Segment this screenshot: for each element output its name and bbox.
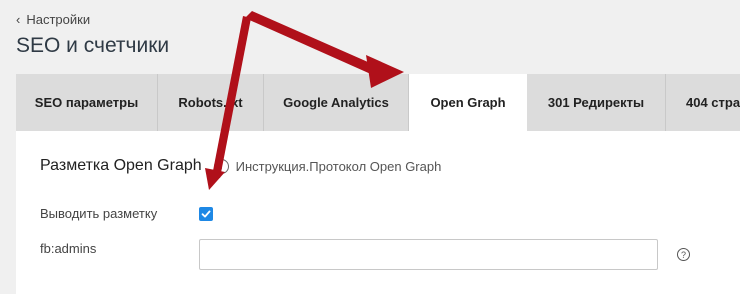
chevron-left-icon: ‹ — [16, 12, 21, 27]
annotation-arrow-to-tab — [245, 11, 377, 75]
fb-admins-input[interactable] — [199, 239, 658, 270]
open-graph-panel: Разметка Open Graph i Инструкция.Протоко… — [16, 131, 740, 294]
show-markup-checkbox[interactable] — [199, 207, 213, 221]
tab-404[interactable]: 404 стра — [666, 74, 740, 131]
tab-google-analytics[interactable]: Google Analytics — [264, 74, 409, 131]
checkmark-icon — [201, 210, 211, 218]
section-header: Разметка Open Graph i Инструкция.Протоко… — [40, 157, 441, 175]
info-icon: i — [213, 158, 229, 174]
back-link[interactable]: ‹ Настройки — [16, 12, 90, 27]
section-title: Разметка Open Graph — [40, 157, 202, 174]
tab-open-graph[interactable]: Open Graph — [409, 74, 527, 131]
page-title: SEO и счетчики — [16, 34, 170, 57]
tab-301-redirects[interactable]: 301 Редиректы — [527, 74, 666, 131]
instruction-link[interactable]: Инструкция.Протокол Open Graph — [236, 159, 442, 174]
tab-bar: SEO параметры Robots.txt Google Analytic… — [16, 74, 740, 131]
fb-admins-label: fb:admins — [40, 241, 97, 256]
tab-seo-params[interactable]: SEO параметры — [16, 74, 158, 131]
help-icon[interactable]: ? — [677, 248, 690, 261]
tab-robots[interactable]: Robots.txt — [158, 74, 264, 131]
back-link-label: Настройки — [26, 12, 91, 27]
show-markup-label: Выводить разметку — [40, 206, 158, 221]
